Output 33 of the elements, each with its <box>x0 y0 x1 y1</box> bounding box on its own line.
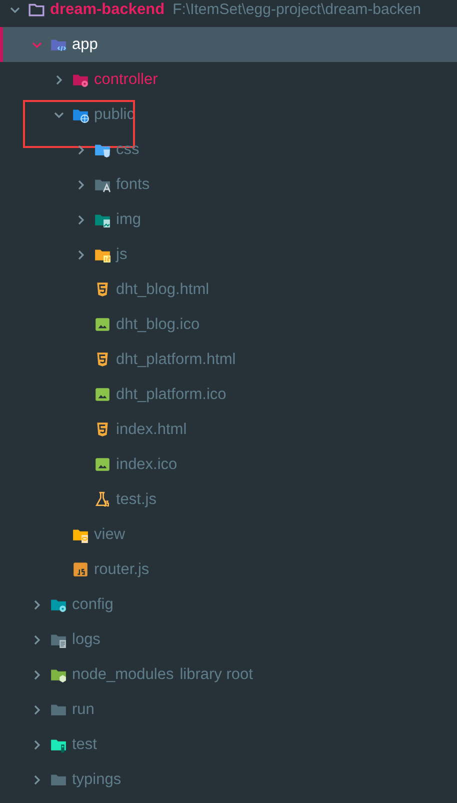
folder-icon <box>28 1 45 18</box>
folder-name[interactable]: js <box>116 246 128 264</box>
image-file-icon <box>94 386 111 403</box>
js-file-icon <box>72 561 89 578</box>
folder-name[interactable]: config <box>72 596 114 614</box>
file-name[interactable]: router.js <box>94 560 150 578</box>
folder-name[interactable]: logs <box>72 630 100 648</box>
image-file-icon <box>94 456 111 473</box>
html5-file-icon <box>94 421 111 438</box>
file-name[interactable]: dht_platform.ico <box>116 386 226 404</box>
file-name[interactable]: index.html <box>116 420 187 438</box>
folder-name[interactable]: fonts <box>116 176 150 194</box>
folder-name[interactable]: controller <box>94 70 158 88</box>
html5-file-icon <box>94 281 111 298</box>
folder-name[interactable]: node_modules <box>72 666 174 684</box>
file-name[interactable]: index.ico <box>116 456 178 474</box>
file-name[interactable]: dht_platform.html <box>116 350 236 368</box>
folder-name[interactable]: app <box>72 36 98 54</box>
file-name[interactable]: dht_blog.html <box>116 280 210 298</box>
project-path: F:\ItemSet\egg-project\dream-backen <box>172 1 422 18</box>
image-file-icon <box>94 316 111 333</box>
flask-icon <box>94 491 111 508</box>
folder-name[interactable]: typings <box>72 770 122 788</box>
folder-name[interactable]: test <box>72 736 97 754</box>
folder-name[interactable]: dream-backend <box>50 0 165 18</box>
folder-name[interactable]: public <box>94 106 134 124</box>
library-root-label: library root <box>180 666 253 684</box>
folder-name[interactable]: run <box>72 700 94 718</box>
file-name[interactable]: view <box>94 526 126 544</box>
file-name[interactable]: dht_blog.ico <box>116 316 200 334</box>
folder-name[interactable]: img <box>116 210 141 228</box>
file-name[interactable]: test.js <box>116 490 156 508</box>
html5-file-icon <box>94 351 111 368</box>
